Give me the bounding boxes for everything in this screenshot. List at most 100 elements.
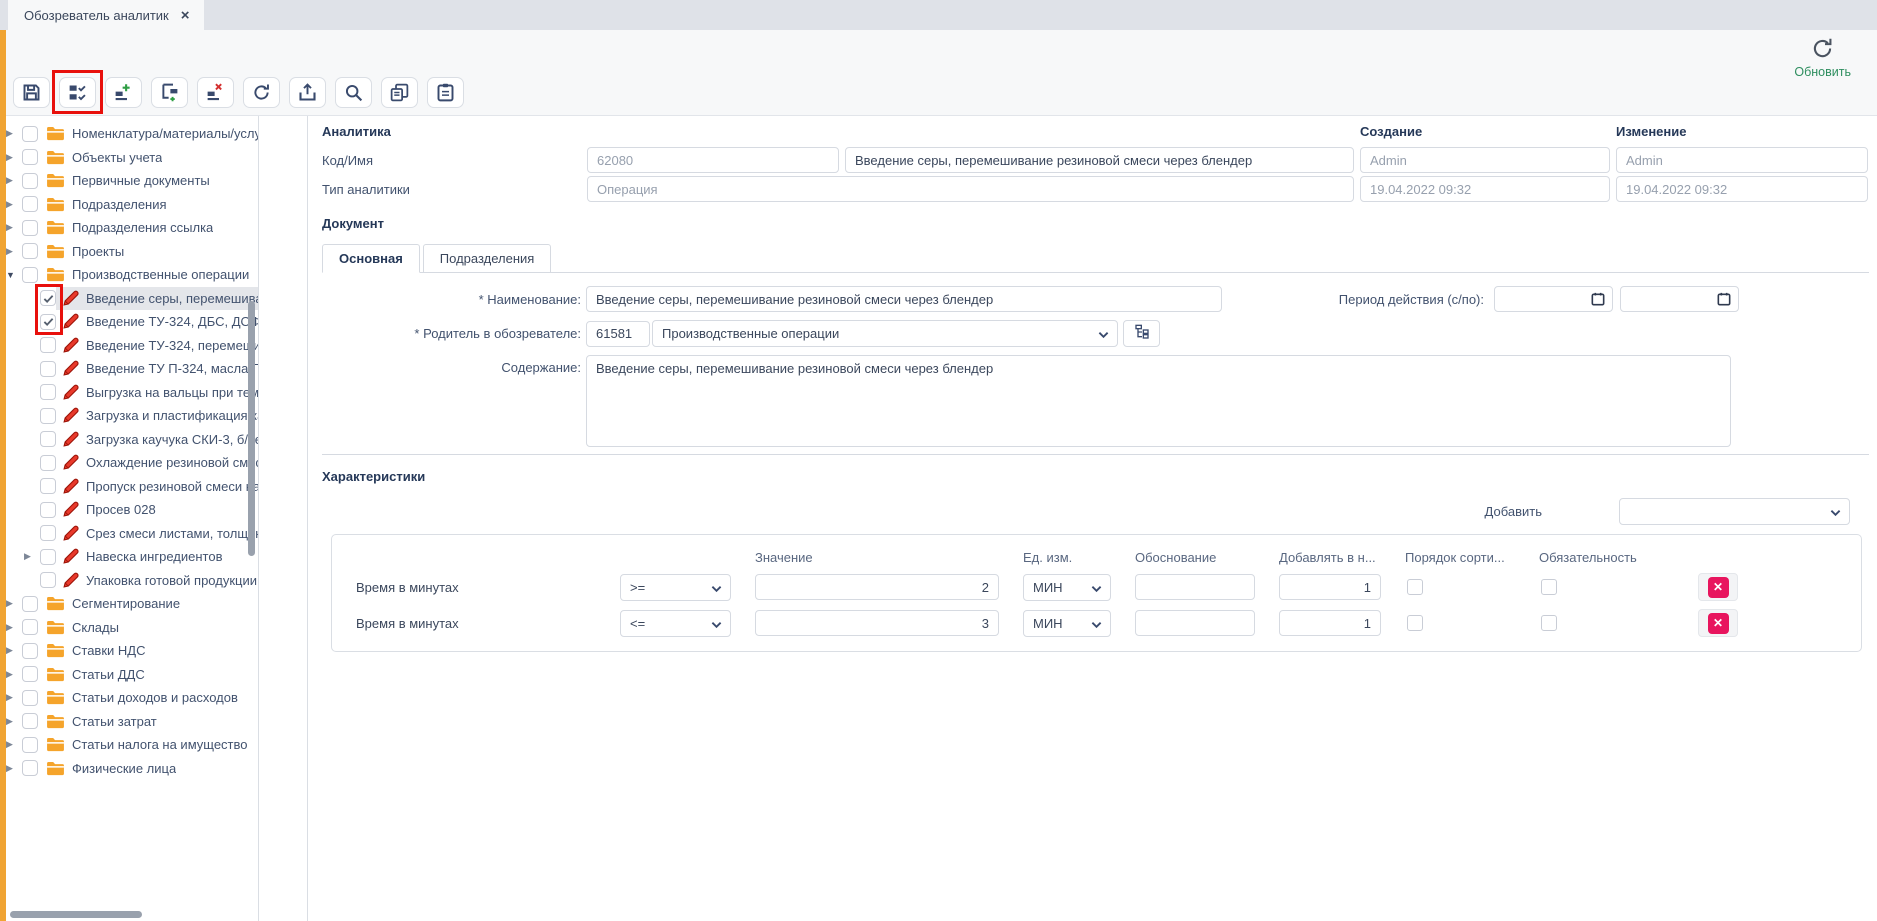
tree-item[interactable]: Введение ТУ-324, перемешивани (2, 334, 258, 358)
tree-checkbox[interactable] (40, 361, 56, 377)
period-from-input[interactable] (1494, 286, 1613, 312)
tree-checkbox[interactable] (40, 502, 56, 518)
parent-tree-picker-button[interactable] (1123, 320, 1160, 347)
tree-folder[interactable]: ▶ Статьи налога на имущество (2, 733, 258, 757)
analytics-type-input[interactable] (587, 176, 1354, 202)
delete-node-button[interactable] (197, 77, 234, 108)
expand-icon[interactable]: ▶ (6, 246, 20, 257)
import-button[interactable] (289, 77, 326, 108)
tree-checkbox[interactable] (22, 173, 38, 189)
tree-folder[interactable]: ▶ Статьи затрат (2, 710, 258, 734)
expand-icon[interactable]: ▶ (24, 551, 38, 562)
tree-folder[interactable]: ▶ Объекты учета (2, 146, 258, 170)
expand-icon[interactable]: ▶ (6, 739, 20, 750)
tree-checkbox[interactable] (40, 549, 56, 565)
sync-button[interactable] (243, 77, 280, 108)
tree-folder[interactable]: ▶ Склады (2, 616, 258, 640)
value-input[interactable] (755, 610, 999, 636)
tree-checkbox[interactable] (22, 267, 38, 283)
tree-folder[interactable]: ▶ Статьи ДДС (2, 663, 258, 687)
expand-icon[interactable]: ▶ (6, 128, 20, 139)
created-at-input[interactable] (1360, 176, 1610, 202)
collapse-icon[interactable]: ▼ (6, 270, 20, 280)
expand-icon[interactable]: ▶ (6, 152, 20, 163)
required-checkbox[interactable] (1541, 615, 1557, 631)
tree-item[interactable]: Загрузка и пластификация каучу (2, 404, 258, 428)
tree-folder[interactable]: ▶ Первичные документы (2, 169, 258, 193)
tree-item[interactable]: Загрузка каучука СКИ-3, б/ведро (2, 428, 258, 452)
panel-splitter[interactable] (259, 116, 307, 921)
delete-row-button[interactable]: ✕ (1698, 609, 1738, 637)
tree-structure-button[interactable] (151, 77, 188, 108)
tree-checkbox[interactable] (22, 220, 38, 236)
expand-icon[interactable]: ▶ (6, 622, 20, 633)
save-button[interactable] (13, 77, 50, 108)
tree-checkbox[interactable] (40, 290, 56, 306)
tree-folder[interactable]: ▶ Статьи доходов и расходов (2, 686, 258, 710)
parent-select[interactable]: Производственные операции (652, 320, 1118, 347)
tree-vertical-scrollbar[interactable] (248, 301, 255, 556)
tree-checkbox[interactable] (40, 525, 56, 541)
justification-input[interactable] (1135, 574, 1255, 600)
tree-item[interactable]: Введение серы, перемешивание (2, 287, 258, 311)
expand-icon[interactable]: ▶ (6, 645, 20, 656)
tree-item[interactable]: Просев 028 (2, 498, 258, 522)
tree-checkbox[interactable] (40, 478, 56, 494)
comparator-select[interactable]: <= (620, 610, 731, 637)
tree-folder[interactable]: ▶ Проекты (2, 240, 258, 264)
copy-button[interactable] (381, 77, 418, 108)
tree-item[interactable]: Введение ТУ П-324, масла ПН-6 (2, 357, 258, 381)
content-textarea[interactable]: Введение серы, перемешивание резиновой с… (586, 355, 1731, 447)
tree-checkbox[interactable] (22, 643, 38, 659)
doc-name-input[interactable] (586, 286, 1222, 312)
period-from-field[interactable] (1494, 286, 1613, 312)
period-to-input[interactable] (1620, 286, 1739, 312)
tree-checkbox[interactable] (40, 408, 56, 424)
tree-checkbox[interactable] (40, 431, 56, 447)
tree-checkbox[interactable] (22, 196, 38, 212)
expand-icon[interactable]: ▶ (6, 669, 20, 680)
unit-select[interactable]: МИН (1023, 574, 1111, 601)
tree-folder[interactable]: ▶ Ставки НДС (2, 639, 258, 663)
tree-checkbox[interactable] (22, 666, 38, 682)
tree-checkbox[interactable] (22, 760, 38, 776)
tree-checkbox[interactable] (40, 572, 56, 588)
confirm-check-button[interactable] (59, 77, 96, 108)
add-to-input[interactable] (1279, 610, 1381, 636)
tree-horizontal-scrollbar[interactable] (10, 911, 142, 918)
tree-folder[interactable]: ▶ Подразделения (2, 193, 258, 217)
sort-order-checkbox[interactable] (1407, 579, 1423, 595)
modified-at-input[interactable] (1616, 176, 1868, 202)
created-by-input[interactable] (1360, 147, 1610, 173)
expand-icon[interactable]: ▶ (6, 692, 20, 703)
tree-checkbox[interactable] (22, 690, 38, 706)
tree-item[interactable]: Выгрузка на вальцы при темпер (2, 381, 258, 405)
code-input[interactable] (587, 147, 839, 173)
refresh-button[interactable]: Обновить (1794, 36, 1851, 79)
expand-icon[interactable]: ▶ (6, 175, 20, 186)
tree-checkbox[interactable] (22, 243, 38, 259)
tab-analytics-explorer[interactable]: Обозреватель аналитик × (8, 0, 204, 30)
tree-item[interactable]: Срез смеси листами, толщиной (2, 522, 258, 546)
tree-checkbox[interactable] (22, 713, 38, 729)
tree-checkbox[interactable] (40, 337, 56, 353)
tree-checkbox[interactable] (22, 737, 38, 753)
tree-checkbox[interactable] (40, 384, 56, 400)
tree-checkbox[interactable] (22, 149, 38, 165)
tree-checkbox[interactable] (22, 619, 38, 635)
delete-row-button[interactable]: ✕ (1698, 573, 1738, 601)
unit-select[interactable]: МИН (1023, 610, 1111, 637)
required-checkbox[interactable] (1541, 579, 1557, 595)
add-node-button[interactable] (105, 77, 142, 108)
add-characteristic-select[interactable] (1619, 498, 1850, 525)
search-button[interactable] (335, 77, 372, 108)
tree-checkbox[interactable] (40, 314, 56, 330)
add-to-input[interactable] (1279, 574, 1381, 600)
tree-folder[interactable]: ▶ Физические лица (2, 757, 258, 781)
tree-folder[interactable]: ▶ Номенклатура/материалы/услуги (2, 122, 258, 146)
name-short-input[interactable] (845, 147, 1354, 173)
expand-icon[interactable]: ▶ (6, 598, 20, 609)
tab-subdivisions[interactable]: Подразделения (423, 244, 552, 273)
expand-icon[interactable]: ▶ (6, 716, 20, 727)
tree-item[interactable]: Пропуск резиновой смеси на ва (2, 475, 258, 499)
